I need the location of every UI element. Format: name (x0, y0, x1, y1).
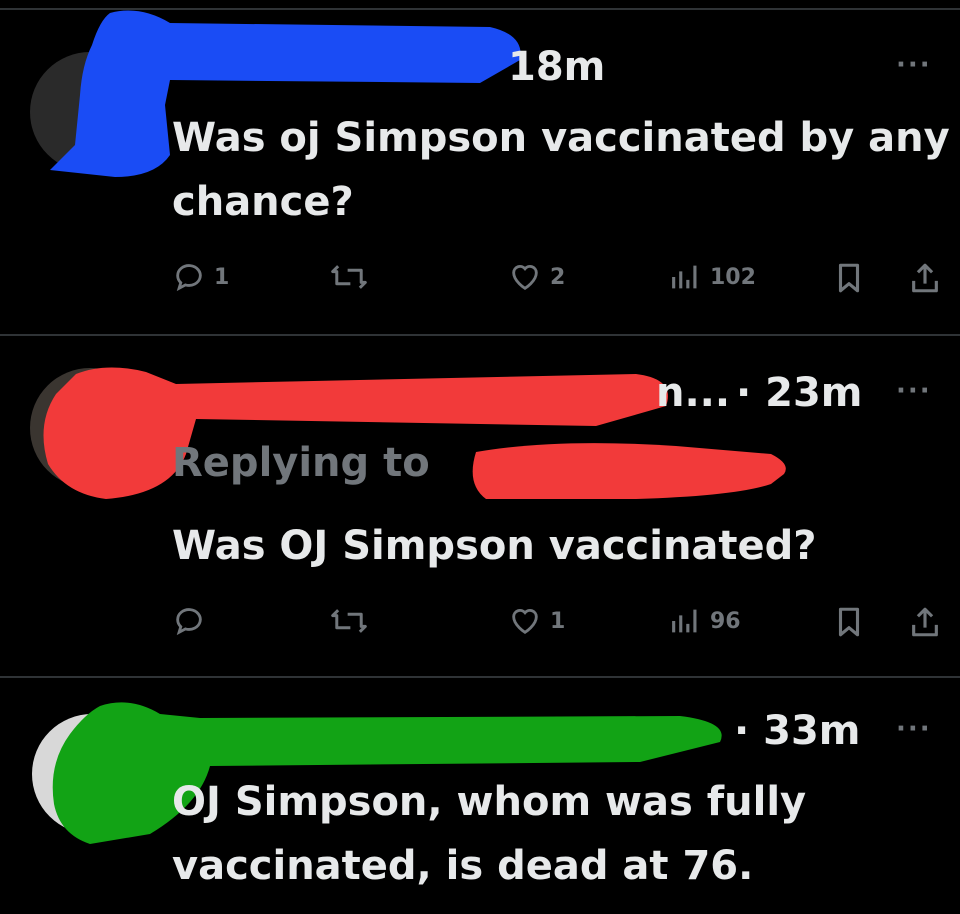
replying-to-label: Replying to (172, 440, 430, 486)
share-button[interactable] (908, 604, 942, 640)
tweet-1[interactable]: 18m ··· Was oj Simpson vaccinated by any… (0, 0, 960, 336)
views-icon (672, 265, 697, 289)
tweet-text: OJ Simpson, whom was fully vaccinated, i… (172, 779, 807, 889)
retweet-icon (331, 609, 367, 633)
retweet-button[interactable] (330, 604, 368, 638)
views-icon (672, 609, 697, 633)
share-icon (912, 607, 938, 637)
view-count: 96 (710, 608, 741, 634)
retweet-icon (331, 265, 367, 289)
like-count: 2 (550, 264, 566, 290)
more-icon[interactable]: ··· (896, 376, 932, 406)
reply-button[interactable] (172, 604, 214, 638)
share-icon (912, 263, 938, 293)
tweet-3[interactable]: · 33m ··· OJ Simpson, whom was fully vac… (0, 678, 960, 914)
view-count: 102 (710, 264, 756, 290)
bookmark-icon (838, 263, 860, 293)
more-icon[interactable]: ··· (896, 50, 932, 80)
more-icon[interactable]: ··· (896, 714, 932, 744)
like-icon (512, 265, 538, 291)
tweet-text: Was OJ Simpson vaccinated? (172, 523, 817, 569)
views-button[interactable]: 96 (668, 604, 741, 638)
reply-count: 1 (214, 264, 230, 290)
like-count: 1 (550, 608, 566, 634)
share-button[interactable] (908, 260, 942, 296)
reply-icon (176, 264, 202, 292)
tweet-text: Was oj Simpson vaccinated by any chance? (172, 115, 950, 225)
bookmark-button[interactable] (832, 260, 866, 296)
tweet-time[interactable]: · 33m (734, 708, 860, 754)
like-button[interactable]: 1 (508, 604, 565, 638)
tweet-2[interactable]: n... · 23m ··· Replying to Was OJ Simpso… (0, 336, 960, 676)
reply-icon (176, 608, 202, 636)
like-button[interactable]: 2 (508, 260, 565, 294)
tweet-time[interactable]: 18m (508, 44, 605, 90)
tweet-time[interactable]: · 23m (736, 370, 862, 416)
bookmark-button[interactable] (832, 604, 866, 640)
views-button[interactable]: 102 (668, 260, 756, 294)
handle-fragment[interactable]: n... (656, 370, 730, 416)
like-icon (512, 609, 538, 635)
retweet-button[interactable] (330, 260, 368, 294)
reply-button[interactable]: 1 (172, 260, 229, 294)
bookmark-icon (838, 607, 860, 637)
